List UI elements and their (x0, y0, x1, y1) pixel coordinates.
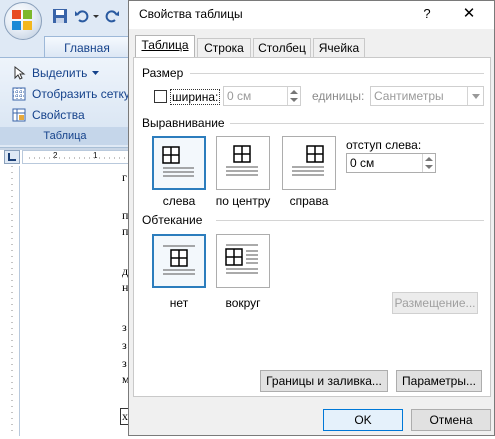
select-label: Выделить (32, 66, 88, 80)
wrap-none-button[interactable] (152, 234, 206, 288)
indent-spinner[interactable] (422, 154, 435, 172)
align-center-caption: по центру (215, 194, 271, 208)
tab-table[interactable]: Таблица (135, 35, 195, 58)
align-right-caption: справа (289, 194, 329, 208)
tab-row[interactable]: Строка (197, 38, 251, 57)
help-button[interactable]: ? (419, 6, 435, 22)
grid-icon (12, 87, 26, 101)
indent-left-value: 0 см (350, 156, 375, 170)
tab-selector-icon[interactable] (4, 150, 20, 164)
chevron-down-icon (92, 71, 99, 75)
cancel-button[interactable]: Отмена (411, 409, 491, 431)
undo-dropdown-icon[interactable] (92, 8, 100, 24)
units-select[interactable]: Сантиметры (370, 86, 484, 106)
width-spinner[interactable] (287, 87, 300, 105)
indent-left-label: отступ слева: (346, 138, 422, 152)
ribbon-group-label: Таблица (0, 127, 130, 145)
wrap-around-caption: вокруг (225, 296, 261, 310)
office-logo-icon (12, 10, 32, 30)
width-value: 0 см (227, 89, 252, 103)
dialog-title: Свойства таблицы (139, 7, 243, 21)
properties-icon (12, 108, 26, 122)
units-value: Сантиметры (374, 89, 444, 103)
width-checkbox[interactable] (154, 90, 167, 103)
width-input[interactable]: 0 см (223, 86, 301, 106)
alignment-section-title: Выравнивание (142, 116, 225, 130)
align-right-button[interactable] (282, 136, 336, 190)
wrap-none-icon (163, 245, 195, 275)
close-button[interactable]: ✕ (454, 3, 484, 25)
placement-button[interactable]: Размещение... (392, 292, 478, 314)
ruler-ticks-vertical (11, 166, 13, 436)
tab-label: Ячейка (318, 41, 360, 55)
dialog-title-bar[interactable]: Свойства таблицы ? ✕ (129, 1, 494, 29)
align-left-button[interactable] (152, 136, 206, 190)
redo-icon[interactable] (104, 8, 120, 24)
wrapping-section-title: Обтекание (142, 213, 203, 227)
doc-text-fragment: г (122, 170, 127, 184)
size-section-title: Размер (142, 66, 184, 80)
vertical-ruler[interactable] (4, 166, 20, 436)
wrap-none-caption: нет (169, 296, 189, 310)
undo-icon[interactable] (74, 8, 90, 24)
cursor-icon (14, 66, 26, 80)
ribbon-tab-home[interactable]: Главная (44, 36, 130, 58)
show-gridlines-label: Отобразить сетку (32, 87, 130, 101)
align-right-icon (292, 145, 324, 176)
borders-and-shading-button[interactable]: Границы и заливка... (260, 370, 388, 392)
table-properties-dialog: Свойства таблицы ? ✕ Таблица Строка Стол… (128, 0, 495, 436)
align-left-caption: слева (162, 194, 196, 208)
save-icon[interactable] (52, 8, 68, 24)
doc-text-fragment: з (122, 356, 127, 370)
width-label: ширина: (170, 89, 221, 105)
tab-label: Строка (204, 41, 244, 55)
doc-text-fragment: з (122, 320, 127, 334)
units-label: единицы: (312, 89, 365, 103)
chevron-down-icon (467, 87, 483, 105)
tab-label: Столбец (258, 41, 306, 55)
align-center-button[interactable] (216, 136, 270, 190)
wrap-around-button[interactable] (216, 234, 270, 288)
divider (216, 220, 484, 221)
ruler-ticks (29, 157, 129, 159)
wrap-around-icon (225, 244, 258, 274)
doc-text-fragment: з (122, 338, 127, 352)
horizontal-ruler[interactable]: 2 1 (22, 150, 130, 164)
options-button[interactable]: Параметры... (396, 370, 482, 392)
align-center-icon (226, 145, 258, 176)
ok-button[interactable]: OK (323, 409, 403, 431)
tab-cell[interactable]: Ячейка (313, 38, 365, 57)
tab-label: Таблица (141, 38, 189, 52)
quick-access-toolbar (52, 8, 130, 28)
document-page[interactable]: г п п д н з з з м х (20, 166, 130, 436)
tab-panel-table: Размер ширина: 0 см единицы: Сантиметры … (133, 57, 491, 397)
divider (230, 123, 484, 124)
divider (190, 73, 484, 74)
tab-column[interactable]: Столбец (253, 38, 311, 57)
indent-left-input[interactable]: 0 см (346, 153, 436, 173)
align-left-icon (162, 146, 194, 177)
properties-label: Свойства (32, 108, 85, 122)
